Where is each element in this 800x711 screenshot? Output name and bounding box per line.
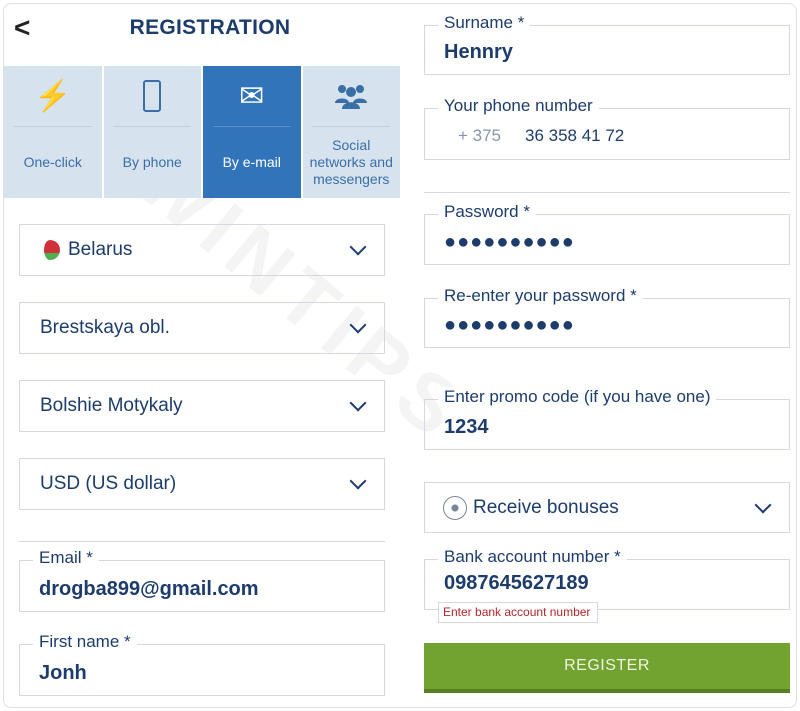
register-button[interactable]: REGISTER	[424, 643, 790, 693]
back-button[interactable]: <	[14, 12, 30, 44]
tab-social[interactable]: Social networks and messengers	[302, 66, 400, 198]
registration-tabs: ⚡ One-click By phone ✉ By e-mail Social ne…	[4, 66, 400, 198]
surname-field[interactable]: Surname * Hennry	[424, 13, 790, 75]
divider	[19, 541, 385, 542]
phone-value: 36 358 41 72	[525, 126, 625, 145]
region-value: Brestskaya obl.	[40, 317, 170, 338]
bank-account-value: 0987645627189	[444, 572, 589, 594]
users-icon	[334, 66, 368, 126]
reenter-password-value: ●●●●●●●●●●	[444, 314, 575, 336]
tab-label: By phone	[122, 154, 182, 170]
region-select[interactable]: Brestskaya obl.	[19, 302, 385, 354]
email-field[interactable]: Email * drogba899@gmail.com	[19, 548, 385, 612]
surname-label: Surname *	[438, 13, 531, 33]
phone-code: + 375	[458, 126, 502, 145]
tab-by-phone[interactable]: By phone	[103, 66, 201, 198]
password-field[interactable]: Password * ●●●●●●●●●●	[424, 202, 790, 265]
city-select[interactable]: Bolshie Motykaly	[19, 380, 385, 432]
tab-label: One-click	[23, 154, 82, 170]
password-value: ●●●●●●●●●●	[444, 231, 575, 253]
surname-value: Hennry	[444, 41, 513, 63]
belarus-flag-icon	[40, 240, 60, 260]
lightning-icon: ⚡	[34, 79, 72, 113]
currency-value: USD (US dollar)	[40, 473, 177, 494]
chevron-down-icon	[349, 238, 367, 256]
envelope-icon: ✉	[239, 79, 265, 113]
divider	[424, 192, 790, 193]
city-value: Bolshie Motykaly	[40, 395, 183, 416]
first-name-field[interactable]: First name * Jonh	[19, 632, 385, 696]
promo-code-field[interactable]: Enter promo code (if you have one) 1234	[424, 387, 790, 450]
chevron-down-icon	[349, 316, 367, 334]
soccer-ball-icon	[443, 495, 467, 520]
reenter-password-label: Re-enter your password *	[438, 286, 643, 306]
promo-code-label: Enter promo code (if you have one)	[438, 387, 717, 407]
phone-field[interactable]: Your phone number + 375 36 358 41 72	[424, 96, 790, 160]
first-name-label: First name *	[33, 632, 137, 652]
bank-account-error: Enter bank account number	[438, 602, 598, 623]
bonus-value: Receive bonuses	[473, 496, 619, 518]
email-label: Email *	[33, 548, 99, 568]
email-value: drogba899@gmail.com	[39, 578, 259, 600]
bank-account-label: Bank account number *	[438, 547, 627, 567]
chevron-down-icon	[754, 496, 772, 513]
page-title: REGISTRATION	[129, 16, 291, 39]
phone-icon	[143, 66, 162, 126]
currency-select[interactable]: USD (US dollar)	[19, 458, 385, 510]
chevron-down-icon	[349, 472, 367, 490]
reenter-password-field[interactable]: Re-enter your password * ●●●●●●●●●●	[424, 286, 790, 348]
chevron-down-icon	[349, 394, 367, 412]
tab-label: Social networks and messengers	[309, 137, 393, 187]
country-value: Belarus	[68, 239, 133, 260]
phone-label: Your phone number	[438, 96, 599, 116]
bonus-select[interactable]: Receive bonuses	[424, 482, 790, 533]
tab-one-click[interactable]: ⚡ One-click	[4, 66, 102, 198]
country-select[interactable]: Belarus	[19, 224, 385, 276]
first-name-value: Jonh	[39, 662, 87, 684]
tab-label: By e-mail	[222, 154, 281, 170]
promo-code-value: 1234	[444, 416, 489, 438]
tab-by-email[interactable]: ✉ By e-mail	[203, 66, 301, 198]
password-label: Password *	[438, 202, 536, 222]
